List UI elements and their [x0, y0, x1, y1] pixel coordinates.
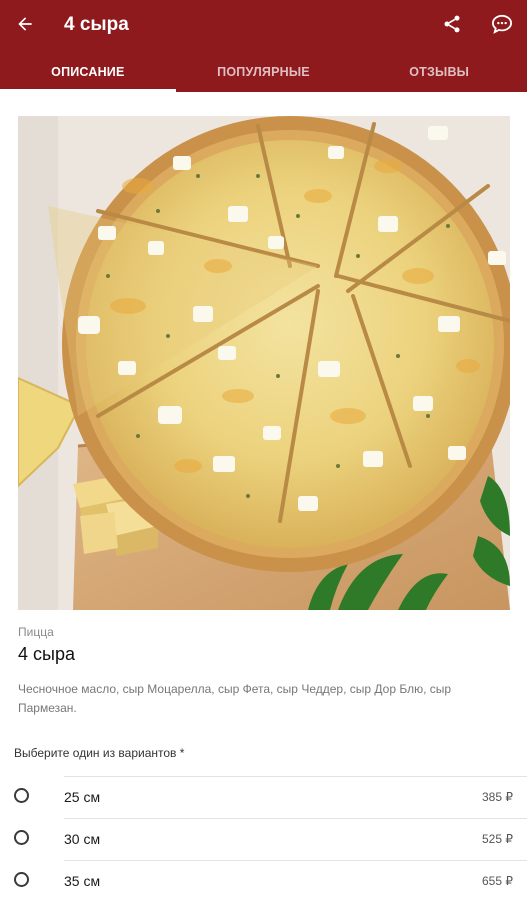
reviews-chat-button[interactable]: [486, 11, 518, 41]
tab-description[interactable]: ОПИСАНИЕ: [0, 52, 176, 92]
product-name: 4 сыра: [18, 644, 75, 664]
radio-button[interactable]: [14, 788, 29, 803]
variant-option[interactable]: 30 см 525 ₽: [0, 818, 527, 860]
variant-label: 30 см: [64, 831, 101, 847]
product-image: [18, 116, 510, 610]
variant-price: 385 ₽: [482, 790, 513, 804]
tab-popular[interactable]: ПОПУЛЯРНЫЕ: [176, 52, 352, 92]
variant-price: 655 ₽: [482, 874, 513, 888]
back-button[interactable]: [10, 11, 40, 41]
tab-reviews[interactable]: ОТЗЫВЫ: [351, 52, 527, 92]
radio-button[interactable]: [14, 830, 29, 845]
variant-label: 25 см: [64, 789, 101, 805]
share-icon: [442, 14, 462, 39]
variant-price: 525 ₽: [482, 832, 513, 846]
radio-button[interactable]: [14, 872, 29, 887]
page-title: 4 сыра: [64, 14, 129, 35]
variant-option[interactable]: 35 см 655 ₽: [0, 860, 527, 900]
app-bar: 4 сыра: [0, 0, 527, 52]
product-category: Пицца: [18, 625, 54, 639]
product-description: Чесночное масло, сыр Моцарелла, сыр Фета…: [18, 682, 452, 715]
chat-icon: [491, 14, 513, 39]
variant-label: 35 см: [64, 873, 101, 889]
variants-heading: Выберите один из вариантов *: [14, 746, 185, 760]
divider: [64, 776, 527, 777]
product-screen: 4 сыра ОПИСАНИЕ ПОПУЛЯРНЫЕ ОТЗЫВЫ Пицца …: [0, 0, 527, 900]
arrow-left-icon: [15, 14, 35, 39]
tab-bar: ОПИСАНИЕ ПОПУЛЯРНЫЕ ОТЗЫВЫ: [0, 52, 527, 92]
share-button[interactable]: [437, 11, 467, 41]
divider: [64, 860, 527, 861]
variant-option[interactable]: 25 см 385 ₽: [0, 776, 527, 818]
divider: [64, 818, 527, 819]
